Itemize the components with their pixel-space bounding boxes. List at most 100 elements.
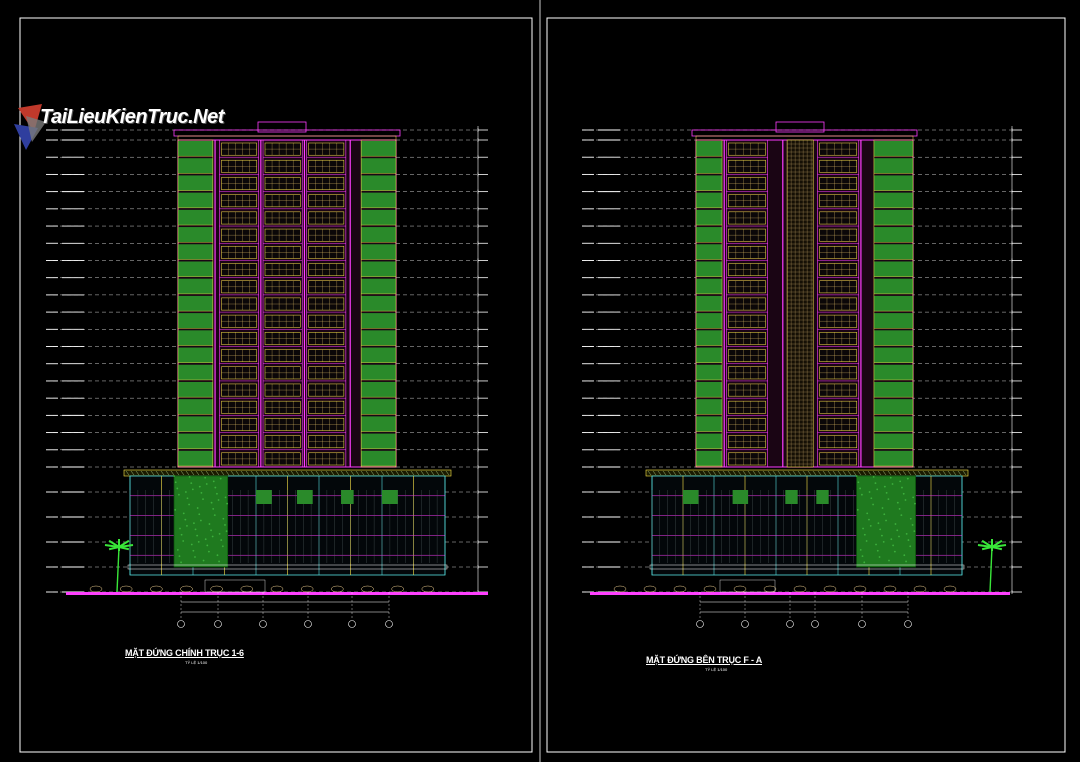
green-wall-texture <box>180 561 182 564</box>
green-wall-texture <box>887 498 890 501</box>
front-elevation-caption: MẶT ĐỨNG CHÍNH TRỤC 1-6 <box>125 648 244 658</box>
balcony-planting <box>361 295 396 312</box>
green-wall-texture <box>878 556 881 558</box>
podium-green-panel <box>732 490 749 504</box>
green-wall-texture <box>205 483 208 485</box>
green-wall-texture <box>224 524 226 526</box>
green-wall-texture <box>219 477 222 480</box>
balcony-planting <box>178 278 213 294</box>
podium-green-panel <box>341 490 354 504</box>
green-wall-texture <box>903 554 906 557</box>
green-wall-texture <box>214 486 217 489</box>
green-wall-texture <box>190 543 193 546</box>
balcony-planting <box>873 450 913 466</box>
green-wall-texture <box>182 512 185 515</box>
balcony-planting <box>361 313 396 329</box>
green-wall-texture <box>896 501 899 504</box>
green-wall-texture <box>176 548 179 551</box>
green-wall-texture <box>191 488 194 491</box>
balcony-planting <box>361 227 396 243</box>
balcony-planting <box>696 364 723 380</box>
green-wall-texture <box>866 512 869 515</box>
green-wall-texture <box>204 538 207 541</box>
green-wall-texture <box>208 550 210 553</box>
balcony-planting <box>873 209 913 226</box>
balcony-planting <box>696 433 723 449</box>
balcony-planting <box>696 192 723 208</box>
green-wall-texture <box>869 524 872 527</box>
balcony-planting <box>873 192 913 208</box>
green-wall <box>856 475 916 568</box>
balcony-planting <box>178 399 213 415</box>
balcony-planting <box>361 278 396 294</box>
balcony-planting <box>178 175 213 191</box>
green-wall-texture <box>909 517 912 520</box>
balcony-planting <box>696 209 723 226</box>
green-wall-texture <box>912 496 915 499</box>
green-wall-texture <box>914 502 916 505</box>
green-wall-texture <box>905 560 907 563</box>
ground-line <box>590 592 1010 595</box>
green-wall-texture <box>892 544 895 547</box>
green-wall-texture <box>202 559 205 562</box>
green-wall-texture <box>196 534 199 537</box>
green-wall-texture <box>212 480 215 483</box>
green-wall-texture <box>211 535 214 538</box>
green-wall-texture <box>208 523 211 525</box>
balcony-planting <box>361 158 396 174</box>
balcony-planting <box>696 295 723 312</box>
green-wall-texture <box>859 548 862 551</box>
green-wall-texture <box>186 524 188 527</box>
green-wall-texture <box>196 507 199 509</box>
balcony-planting <box>361 433 396 449</box>
green-wall-texture <box>861 493 863 496</box>
green-wall-texture <box>913 530 916 533</box>
podium-green-panel <box>683 490 699 504</box>
balcony-planting <box>696 416 723 432</box>
balcony-planting <box>873 227 913 243</box>
green-wall-texture <box>174 508 177 511</box>
balcony-planting <box>873 261 913 277</box>
balcony-planting <box>178 364 213 380</box>
balcony-planting <box>361 399 396 415</box>
green-wall-texture <box>861 555 864 557</box>
green-wall-texture <box>891 483 894 485</box>
green-wall-texture <box>178 493 180 496</box>
green-wall-texture <box>904 499 907 501</box>
green-wall-texture <box>197 540 200 543</box>
green-wall-texture <box>881 507 884 509</box>
green-wall-texture <box>210 501 213 504</box>
podium-green-panel <box>256 490 272 504</box>
green-wall-texture <box>184 518 187 521</box>
ground-line <box>66 592 488 595</box>
balcony-planting <box>696 244 723 260</box>
green-wall-texture <box>179 527 181 530</box>
green-wall-texture <box>216 492 218 495</box>
green-wall-texture <box>890 538 893 541</box>
balcony-planting <box>178 330 213 346</box>
green-wall-texture <box>856 508 859 511</box>
balcony-planting <box>873 433 913 449</box>
green-wall-texture <box>200 492 203 494</box>
green-wall-texture <box>173 475 176 477</box>
balcony-planting <box>696 330 723 346</box>
balcony-planting <box>361 416 396 432</box>
green-wall-texture <box>225 530 228 533</box>
front-elevation-scale: TỶ LỆ 1/100 <box>185 660 208 665</box>
green-wall-texture <box>182 540 185 542</box>
green-wall-texture <box>213 514 216 517</box>
green-wall-texture <box>909 545 912 548</box>
green-wall-texture <box>868 518 870 521</box>
green-wall-texture <box>900 514 903 517</box>
green-wall-texture <box>198 485 201 488</box>
balcony-planting <box>178 227 213 243</box>
balcony-planting <box>873 175 913 191</box>
balcony-planting <box>696 141 723 157</box>
balcony-planting <box>696 158 723 174</box>
green-wall-texture <box>194 528 197 531</box>
green-wall-texture <box>868 491 871 493</box>
green-wall-texture <box>855 475 858 477</box>
green-wall-texture <box>870 497 873 500</box>
podium-green-panel <box>382 490 398 504</box>
green-wall-texture <box>876 549 879 552</box>
